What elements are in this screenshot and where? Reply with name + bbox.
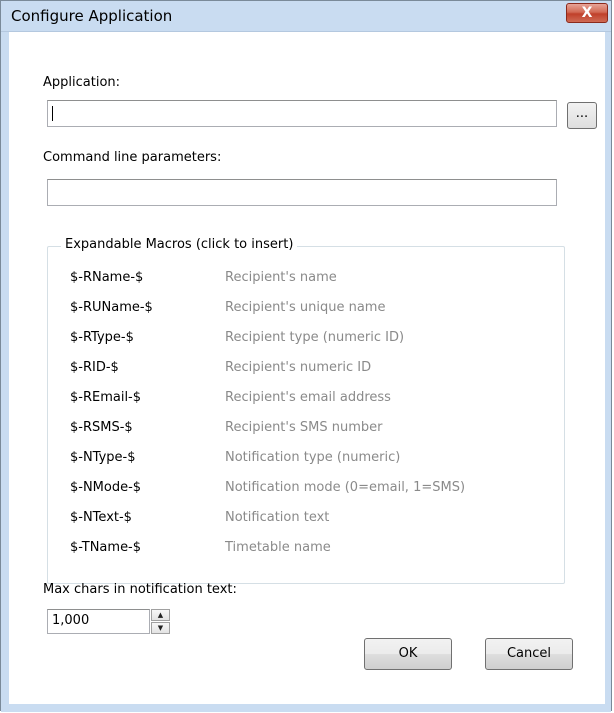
max-chars-spinner: ▲ ▼ [151,609,170,634]
macro-row[interactable]: $-REmail-$ Recipient's email address [70,390,540,414]
macro-code[interactable]: $-RUName-$ [70,300,153,315]
text-caret [52,106,53,121]
window-title: Configure Application [11,7,173,25]
configure-application-dialog: Configure Application X Application: ...… [0,0,612,712]
application-input[interactable] [47,100,557,127]
macro-description: Recipient's email address [225,390,391,405]
macro-description: Recipient's SMS number [225,420,383,435]
macro-description: Recipient's unique name [225,300,386,315]
macro-code[interactable]: $-TName-$ [70,540,141,555]
max-chars-value: 1,000 [52,613,90,628]
macro-code[interactable]: $-RName-$ [70,270,143,285]
macro-code[interactable]: $-NText-$ [70,510,132,525]
window-frame-bottom [1,704,611,712]
macro-row[interactable]: $-RType-$ Recipient type (numeric ID) [70,330,540,354]
macro-code[interactable]: $-REmail-$ [70,390,141,405]
dialog-content: Application: ... Command line parameters… [9,32,605,704]
macro-description: Notification type (numeric) [225,450,401,465]
title-bar: Configure Application X [1,1,611,32]
macro-row[interactable]: $-RID-$ Recipient's numeric ID [70,360,540,384]
arrow-up-icon: ▲ [157,611,164,619]
close-icon: X [581,5,593,21]
macro-row[interactable]: $-NText-$ Notification text [70,510,540,534]
macro-row[interactable]: $-TName-$ Timetable name [70,540,540,564]
macro-row[interactable]: $-RSMS-$ Recipient's SMS number [70,420,540,444]
spin-up-button[interactable]: ▲ [151,609,170,621]
macro-row[interactable]: $-NMode-$ Notification mode (0=email, 1=… [70,480,540,504]
application-label: Application: [43,75,121,90]
macro-description: Recipient type (numeric ID) [225,330,405,345]
macro-row[interactable]: $-RUName-$ Recipient's unique name [70,300,540,324]
macro-row[interactable]: $-RName-$ Recipient's name [70,270,540,294]
macro-code[interactable]: $-RType-$ [70,330,134,345]
spin-down-button[interactable]: ▼ [151,622,170,634]
expandable-macros-legend: Expandable Macros (click to insert) [61,237,298,252]
arrow-down-icon: ▼ [157,624,164,632]
window-frame-left [1,32,9,704]
browse-button[interactable]: ... [567,102,597,129]
macro-description: Timetable name [225,540,331,555]
close-button[interactable]: X [566,3,608,23]
macro-description: Recipient's numeric ID [225,360,372,375]
expandable-macros-group: Expandable Macros (click to insert) $-RN… [47,237,565,584]
macro-code[interactable]: $-NType-$ [70,450,136,465]
macro-description: Recipient's name [225,270,337,285]
macro-description: Notification text [225,510,330,525]
macro-code[interactable]: $-RSMS-$ [70,420,133,435]
max-chars-label: Max chars in notification text: [43,582,237,597]
cancel-button[interactable]: Cancel [485,638,573,670]
macro-code[interactable]: $-RID-$ [70,360,119,375]
macro-row[interactable]: $-NType-$ Notification type (numeric) [70,450,540,474]
macro-code[interactable]: $-NMode-$ [70,480,141,495]
max-chars-input[interactable]: 1,000 [47,609,150,634]
command-line-input[interactable] [47,179,557,206]
command-line-label: Command line parameters: [43,150,222,165]
macro-description: Notification mode (0=email, 1=SMS) [225,480,466,495]
ok-button[interactable]: OK [364,638,452,670]
